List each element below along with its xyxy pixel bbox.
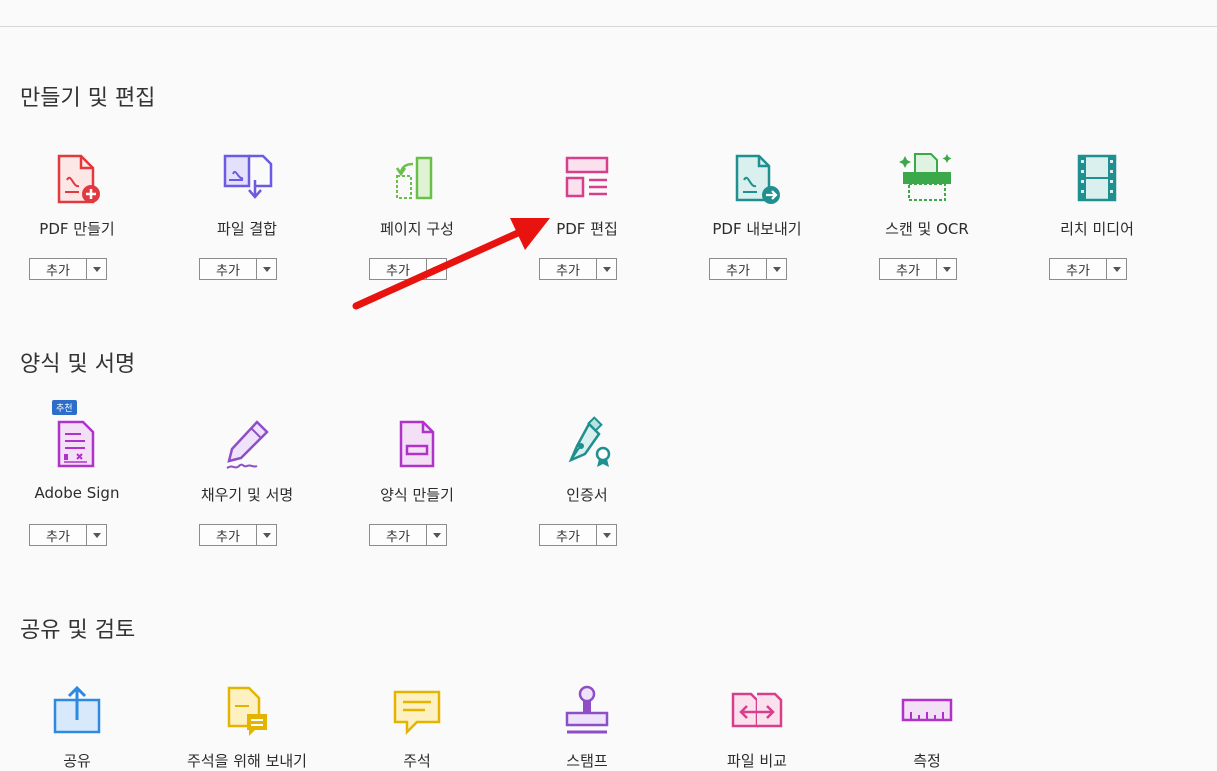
film-strip-icon [1067,150,1127,210]
tool-create-pdf[interactable]: PDF 만들기 추가 [2,150,152,280]
add-button-rich-media[interactable]: 추가 [1049,258,1127,280]
tool-label: PDF 편집 [556,220,618,238]
scanner-icon [897,150,957,210]
export-pdf-icon [727,150,787,210]
tool-label: PDF 내보내기 [712,220,802,238]
chevron-down-icon [942,266,951,272]
form-icon [387,416,447,476]
create-pdf-icon [47,150,107,210]
chevron-down-icon [262,266,271,272]
tool-label: 페이지 구성 [380,220,454,238]
section-title-forms-sign: 양식 및 서명 [20,352,136,377]
tool-organize-pages[interactable]: 페이지 구성 추가 [342,150,492,280]
dropdown-toggle[interactable] [767,259,786,279]
chevron-down-icon [602,266,611,272]
tool-label: 채우기 및 서명 [200,486,294,504]
tool-fill-sign[interactable]: 채우기 및 서명 추가 [172,416,322,546]
chevron-down-icon [262,532,271,538]
recommended-badge: 추천 [52,400,77,415]
dropdown-toggle[interactable] [427,525,446,545]
tool-export-pdf[interactable]: PDF 내보내기 추가 [682,150,832,280]
tool-combine-files[interactable]: 파일 결합 추가 [172,150,322,280]
dropdown-toggle[interactable] [937,259,956,279]
comment-icon [387,682,447,742]
add-button-adobe-sign[interactable]: 추가 [29,524,107,546]
edit-pdf-icon [557,150,617,210]
dropdown-toggle[interactable] [427,259,446,279]
send-comments-icon [217,682,277,742]
chevron-down-icon [432,532,441,538]
dropdown-toggle[interactable] [1107,259,1126,279]
chevron-down-icon [432,266,441,272]
dropdown-toggle[interactable] [257,259,276,279]
add-button-certificates[interactable]: 추가 [539,524,617,546]
tool-measure[interactable]: 측정 [852,682,1002,771]
tool-label: 주석을 위해 보내기 [187,752,307,770]
tool-label: 스캔 및 OCR [885,220,969,238]
add-button-scan-ocr[interactable]: 추가 [879,258,957,280]
share-upload-icon [47,682,107,742]
dropdown-toggle[interactable] [597,525,616,545]
organize-pages-icon [387,150,447,210]
compare-files-icon [727,682,787,742]
tool-prepare-form[interactable]: 양식 만들기 추가 [342,416,492,546]
tool-adobe-sign[interactable]: 추천 Adobe Sign 추가 [2,400,152,546]
chevron-down-icon [92,266,101,272]
add-button-create-pdf[interactable]: 추가 [29,258,107,280]
add-button-combine-files[interactable]: 추가 [199,258,277,280]
tool-label: 주석 [403,752,431,770]
dropdown-toggle[interactable] [87,525,106,545]
chevron-down-icon [1112,266,1121,272]
stamp-icon [557,682,617,742]
add-button-fill-sign[interactable]: 추가 [199,524,277,546]
tool-label: 양식 만들기 [380,486,454,504]
tool-compare-files[interactable]: 파일 비교 [682,682,832,771]
top-divider [0,26,1217,27]
dropdown-toggle[interactable] [257,525,276,545]
tool-label: 파일 결합 [217,220,277,238]
tool-share[interactable]: 공유 [2,682,152,771]
certificate-pen-icon [557,416,617,476]
dropdown-toggle[interactable] [87,259,106,279]
tool-edit-pdf[interactable]: PDF 편집 추가 [512,150,662,280]
tool-label: 인증서 [566,486,608,504]
dropdown-toggle[interactable] [597,259,616,279]
tool-rich-media[interactable]: 리치 미디어 추가 [1022,150,1172,280]
tool-label: 스탬프 [566,752,608,770]
section-title-share-review: 공유 및 검토 [20,618,136,643]
chevron-down-icon [772,266,781,272]
add-button-export-pdf[interactable]: 추가 [709,258,787,280]
ruler-icon [897,682,957,742]
pen-sign-icon [217,416,277,476]
tool-label: 리치 미디어 [1060,220,1134,238]
tool-send-for-comments[interactable]: 주석을 위해 보내기 [172,682,322,771]
add-button-prepare-form[interactable]: 추가 [369,524,447,546]
add-button-organize-pages[interactable]: 추가 [369,258,447,280]
annotation-arrow [352,218,550,310]
tool-label: 측정 [913,752,941,770]
tool-stamp[interactable]: 스탬프 [512,682,662,771]
tool-comment[interactable]: 주석 [342,682,492,771]
chevron-down-icon [92,532,101,538]
adobe-sign-icon [47,416,107,476]
add-button-edit-pdf[interactable]: 추가 [539,258,617,280]
tool-label: 파일 비교 [727,752,787,770]
tool-label: PDF 만들기 [39,220,115,238]
chevron-down-icon [602,532,611,538]
tool-label: Adobe Sign [34,484,120,502]
tool-scan-ocr[interactable]: 스캔 및 OCR 추가 [852,150,1002,280]
section-title-create-edit: 만들기 및 편집 [20,86,156,111]
tool-label: 공유 [63,752,91,770]
combine-files-icon [217,150,277,210]
tool-certificates[interactable]: 인증서 추가 [512,416,662,546]
